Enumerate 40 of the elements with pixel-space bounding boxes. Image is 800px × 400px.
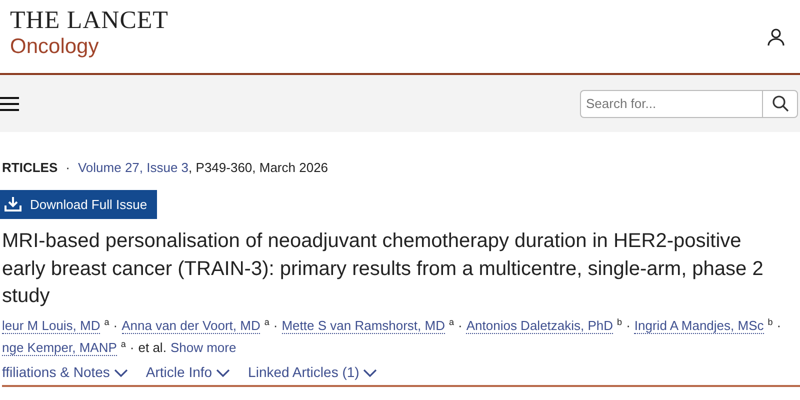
show-more-link[interactable]: Show more	[170, 340, 236, 355]
menu-icon[interactable]	[0, 96, 19, 110]
author-link[interactable]: Mette S van Ramshorst, MD	[282, 318, 445, 334]
issue-details: , P349-360, March 2026	[188, 159, 328, 177]
author-link[interactable]: Ingrid A Mandjes, MSc	[634, 318, 764, 334]
search-icon	[772, 95, 788, 112]
journal-title[interactable]: THE LANCET	[10, 8, 168, 34]
dropdown-tab[interactable]: Linked Articles (1)	[248, 362, 378, 384]
separator-dot: ·	[776, 318, 782, 333]
author-link[interactable]: Antonios Daletzakis, PhD	[466, 318, 614, 334]
affiliation-mark: a	[104, 317, 110, 328]
affiliation-mark: b	[768, 317, 773, 328]
dropdown-tab[interactable]: Article Info	[146, 362, 230, 384]
article-title: MRI-based personalisation of neoadjuvant chemotherapy duration in HER2-positive early breast cancer (TRAIN-3): primary results from a multicentre, single-arm, phase 2 study	[2, 229, 764, 310]
separator-dot: ·	[113, 318, 118, 333]
search-button[interactable]	[762, 90, 798, 118]
chevron-down-icon	[114, 368, 128, 377]
search-field[interactable]: Search for...	[580, 90, 762, 118]
user-icon[interactable]	[767, 28, 785, 46]
affiliation-mark: a	[120, 339, 126, 350]
author-link[interactable]: Anna van der Voort, MD	[122, 318, 260, 334]
chevron-down-icon	[216, 368, 230, 377]
affiliation-mark: a	[264, 317, 270, 328]
download-button[interactable]: Download Full Issue	[0, 190, 158, 219]
separator-dot: ·	[66, 159, 70, 177]
affiliation-mark: a	[449, 317, 454, 328]
download-icon	[4, 196, 22, 212]
affiliation-mark: b	[617, 317, 622, 328]
author-link[interactable]: leur M Louis, MD	[2, 318, 100, 334]
journal-subtitle[interactable]: Oncology	[10, 34, 99, 60]
separator-dot: ·	[626, 318, 630, 333]
et-al-text: et al.	[138, 340, 166, 355]
separator-dot: ·	[458, 318, 462, 333]
author-link[interactable]: nge Kemper, MANP	[2, 340, 117, 356]
section-label: RTICLES	[2, 159, 58, 177]
dropdown-tab[interactable]: ffiliations & Notes	[2, 362, 128, 384]
chevron-down-icon	[363, 368, 378, 377]
separator-dot: ·	[130, 340, 134, 355]
issue-link[interactable]: Volume 27, Issue 3	[78, 158, 189, 178]
separator-dot: ·	[273, 318, 278, 333]
